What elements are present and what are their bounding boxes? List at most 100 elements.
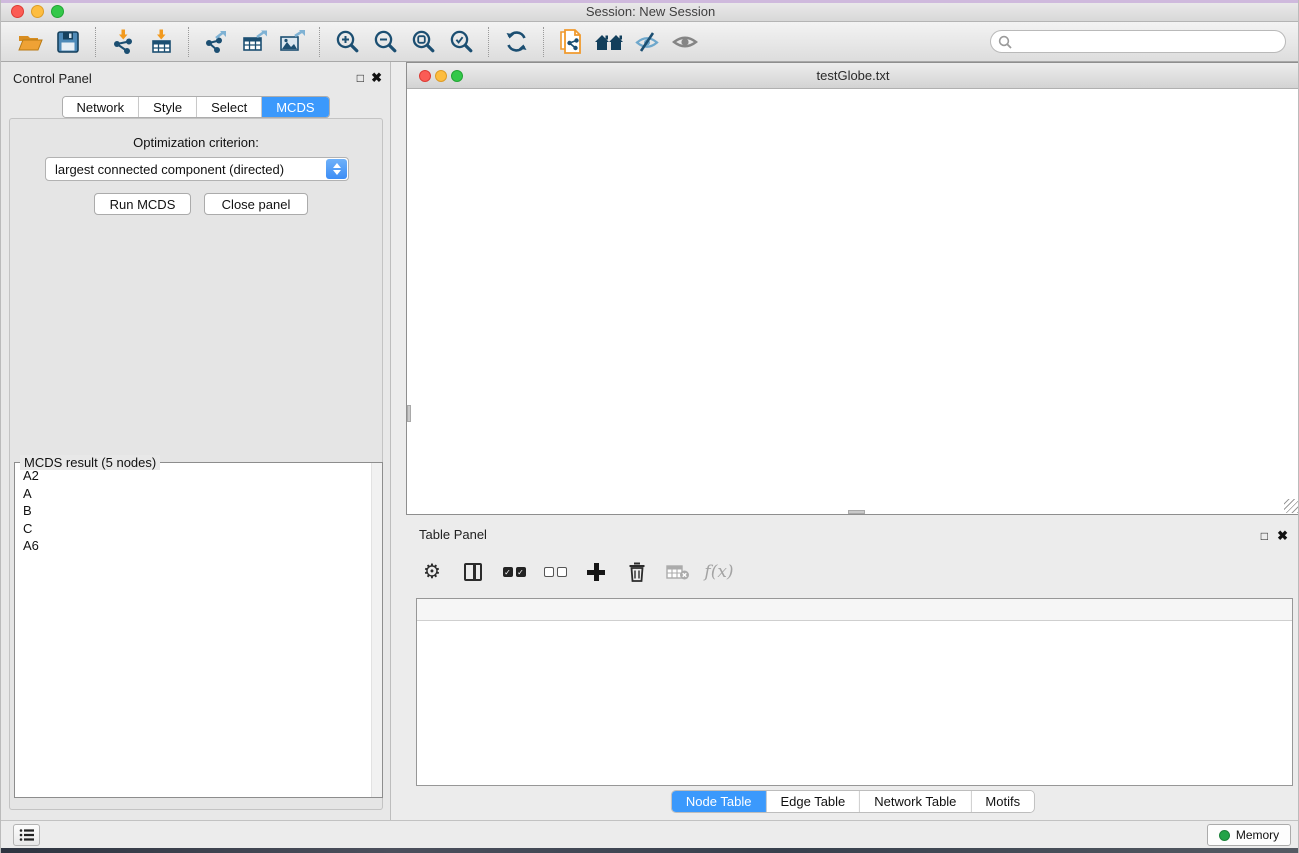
tab-mcds[interactable]: MCDS	[262, 97, 328, 117]
refresh-button[interactable]	[497, 26, 535, 58]
import-network-button[interactable]	[104, 26, 142, 58]
run-mcds-button[interactable]: Run MCDS	[94, 193, 191, 215]
close-panel-button[interactable]: Close panel	[204, 193, 308, 215]
delete-column-button[interactable]	[625, 559, 649, 585]
toolbar-separator	[95, 27, 96, 57]
fx-icon: f(x)	[704, 562, 733, 582]
session-title: Session: New Session	[1, 4, 1299, 19]
result-item[interactable]: B	[15, 502, 370, 520]
zoom-selected-button[interactable]	[442, 26, 480, 58]
result-item[interactable]: A	[15, 485, 370, 503]
result-scrollbar[interactable]	[371, 463, 382, 797]
main-toolbar	[1, 22, 1299, 62]
mcds-result-box: MCDS result (5 nodes) A2ABCA6	[14, 462, 383, 798]
home-views-button[interactable]	[590, 26, 628, 58]
tab-style[interactable]: Style	[139, 97, 197, 117]
delete-table-icon	[666, 563, 690, 581]
save-session-button[interactable]	[49, 26, 87, 58]
tab-network-table[interactable]: Network Table	[860, 791, 971, 812]
task-history-button[interactable]	[13, 824, 40, 846]
list-icon	[19, 828, 35, 842]
new-network-document-icon	[558, 28, 584, 55]
new-network-from-selection-button[interactable]	[552, 26, 590, 58]
desktop-background	[1, 848, 1299, 853]
window-resize-handle[interactable]	[1284, 499, 1298, 513]
export-image-icon	[278, 29, 306, 55]
network-window-titlebar[interactable]: testGlobe.txt	[407, 63, 1299, 89]
refresh-icon	[504, 29, 529, 54]
export-table-button[interactable]	[235, 26, 273, 58]
control-panel: Control Panel □ ✖ Network Style Select M…	[1, 62, 391, 820]
delete-table-button[interactable]	[666, 559, 690, 585]
table-header-row	[417, 599, 1292, 621]
dropdown-stepper-icon	[326, 159, 347, 179]
zoom-fit-button[interactable]	[404, 26, 442, 58]
checked-pair-icon: ✓✓	[503, 567, 526, 577]
plus-icon	[587, 563, 605, 581]
tab-network[interactable]: Network	[62, 97, 139, 117]
tab-select[interactable]: Select	[197, 97, 262, 117]
mcds-result-list: A2ABCA6	[15, 467, 370, 555]
memory-label: Memory	[1236, 828, 1279, 842]
eye-slash-icon	[634, 29, 660, 55]
function-builder-button[interactable]: f(x)	[707, 559, 731, 585]
search-icon	[998, 35, 1013, 50]
optimization-criterion-label: Optimization criterion:	[10, 135, 382, 150]
open-folder-icon	[17, 30, 44, 54]
export-network-button[interactable]	[197, 26, 235, 58]
close-panel-icon[interactable]: ✖	[1277, 528, 1288, 544]
close-panel-icon[interactable]: ✖	[371, 70, 382, 86]
criterion-dropdown[interactable]: largest connected component (directed)	[45, 157, 349, 181]
add-column-button[interactable]	[584, 559, 608, 585]
control-panel-tabs: Network Style Select MCDS	[61, 96, 329, 118]
zoom-selected-icon	[449, 29, 474, 54]
canvas-left-grip[interactable]	[407, 405, 411, 422]
export-image-button[interactable]	[273, 26, 311, 58]
zoom-in-button[interactable]	[328, 26, 366, 58]
criterion-value: largest connected component (directed)	[55, 162, 284, 177]
open-file-button[interactable]	[11, 26, 49, 58]
zoom-out-icon	[373, 29, 398, 54]
gear-icon: ⚙	[423, 562, 441, 582]
network-graph	[407, 89, 1299, 514]
table-panel-title: Table Panel	[419, 527, 487, 542]
result-item[interactable]: A2	[15, 467, 370, 485]
show-columns-button[interactable]	[461, 559, 485, 585]
memory-status-icon	[1219, 830, 1230, 841]
search-input[interactable]	[1017, 35, 1267, 49]
import-table-button[interactable]	[142, 26, 180, 58]
import-table-icon	[148, 29, 174, 55]
zoom-out-button[interactable]	[366, 26, 404, 58]
trash-icon	[627, 561, 647, 583]
search-field[interactable]	[990, 30, 1286, 53]
memory-button[interactable]: Memory	[1207, 824, 1291, 846]
network-view-window: testGlobe.txt	[406, 62, 1299, 515]
select-all-button[interactable]: ✓✓	[502, 559, 526, 585]
status-bar: Memory	[1, 820, 1299, 848]
float-panel-icon[interactable]: □	[357, 71, 364, 85]
table-toolbar: ⚙ ✓✓	[420, 556, 731, 588]
eye-icon	[671, 29, 699, 55]
zoom-in-icon	[335, 29, 360, 54]
tab-motifs[interactable]: Motifs	[971, 791, 1034, 812]
hide-graphics-details-button[interactable]	[628, 26, 666, 58]
network-canvas[interactable]	[407, 89, 1299, 514]
float-panel-icon[interactable]: □	[1261, 529, 1268, 543]
table-tabs: Node Table Edge Table Network Table Moti…	[671, 790, 1035, 813]
control-panel-title: Control Panel	[13, 71, 92, 86]
home-pair-icon	[594, 30, 624, 54]
titlebar: Session: New Session	[1, 0, 1299, 22]
deselect-all-button[interactable]	[543, 559, 567, 585]
table-settings-button[interactable]: ⚙	[420, 559, 444, 585]
import-network-icon	[110, 29, 136, 55]
tab-edge-table[interactable]: Edge Table	[766, 791, 860, 812]
result-item[interactable]: C	[15, 520, 370, 538]
canvas-bottom-grip[interactable]	[848, 510, 865, 514]
show-graphics-details-button[interactable]	[666, 26, 704, 58]
tab-node-table[interactable]: Node Table	[672, 791, 767, 812]
export-network-icon	[203, 29, 229, 55]
result-item[interactable]: A6	[15, 537, 370, 555]
columns-icon	[464, 563, 482, 581]
network-title: testGlobe.txt	[407, 68, 1299, 83]
node-table	[416, 598, 1293, 786]
